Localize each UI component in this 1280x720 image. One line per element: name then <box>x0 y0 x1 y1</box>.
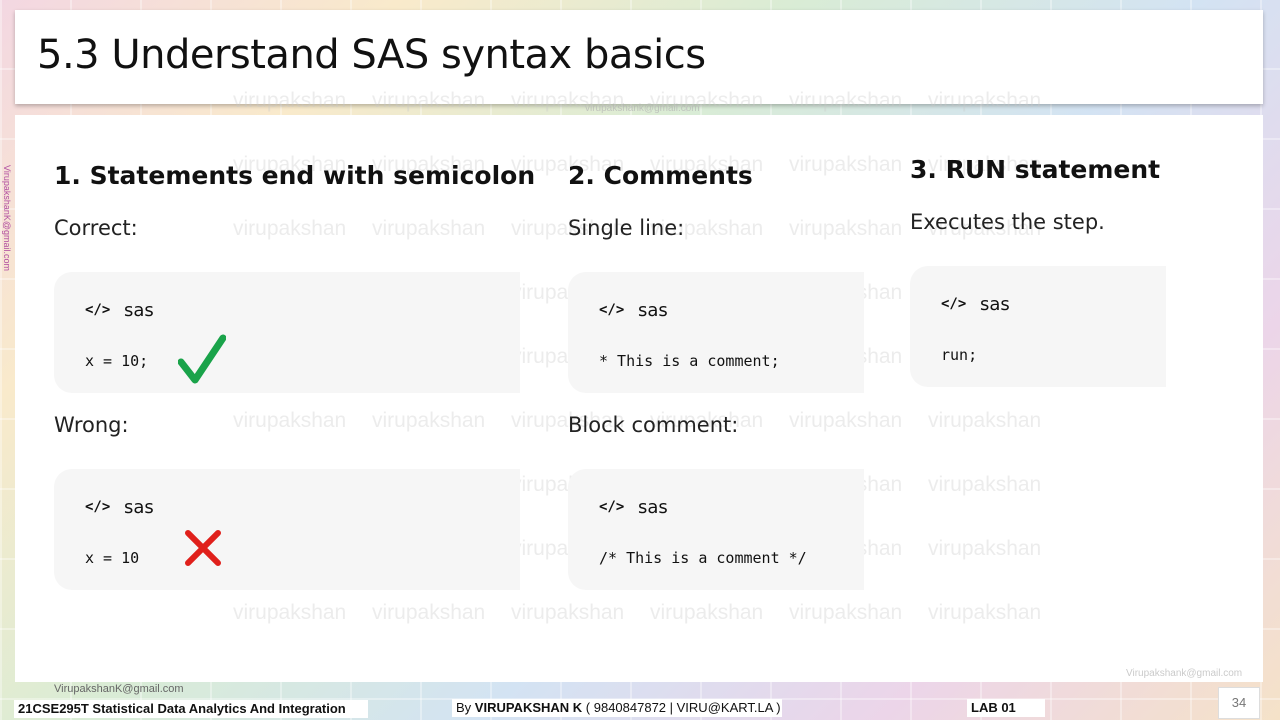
code-icon: </> <box>85 302 111 318</box>
code-icon: </> <box>941 296 967 312</box>
code-language: sas <box>638 300 668 321</box>
heading-comments: 2. Comments <box>568 161 753 190</box>
content-panel: 1. Statements end with semicolon Correct… <box>15 115 1263 682</box>
label-wrong: Wrong: <box>54 413 129 437</box>
code-block-correct: </> sas x = 10; <box>54 272 520 393</box>
code-text: /* This is a comment */ <box>599 549 807 567</box>
footer-author-name: VIRUPAKSHAN K <box>474 700 583 715</box>
code-text: run; <box>941 346 978 364</box>
footer-lab: LAB 01 <box>967 699 1045 717</box>
slide-title: 5.3 Understand SAS syntax basics <box>37 32 706 78</box>
heading-semicolon: 1. Statements end with semicolon <box>54 161 536 190</box>
label-correct: Correct: <box>54 216 138 240</box>
code-icon: </> <box>599 499 625 515</box>
code-language: sas <box>638 497 668 518</box>
watermark-email-vertical: VirupakshanK@gmail.com <box>2 165 12 272</box>
code-block-block-comment: </> sas /* This is a comment */ <box>568 469 864 590</box>
code-block-single-line: </> sas * This is a comment; <box>568 272 864 393</box>
code-language: sas <box>980 294 1010 315</box>
code-text: x = 10 <box>85 549 140 567</box>
footer-contact: ( 9840847872 | VIRU@KART.LA ) <box>582 700 781 715</box>
footer-email: VirupakshanK@gmail.com <box>54 683 184 695</box>
page-number: 34 <box>1218 687 1260 719</box>
heading-run: 3. RUN statement <box>910 155 1161 184</box>
label-block-comment: Block comment: <box>568 413 739 437</box>
code-block-wrong: </> sas x = 10 <box>54 469 520 590</box>
code-icon: </> <box>85 499 111 515</box>
code-icon: </> <box>599 302 625 318</box>
title-bar: 5.3 Understand SAS syntax basics <box>15 10 1263 104</box>
label-single-line: Single line: <box>568 216 685 240</box>
code-language: sas <box>124 300 154 321</box>
code-block-run: </> sas run; <box>910 266 1166 387</box>
cross-icon <box>185 530 221 566</box>
watermark-email-top: virupakshank@gmail.com <box>585 103 700 114</box>
check-icon <box>178 334 226 384</box>
code-text: x = 10; <box>85 352 149 370</box>
label-executes: Executes the step. <box>910 210 1105 234</box>
footer-course: 21CSE295T Statistical Data Analytics And… <box>14 700 368 718</box>
footer-author: By VIRUPAKSHAN K ( 9840847872 | VIRU@KAR… <box>452 699 782 717</box>
code-text: * This is a comment; <box>599 352 780 370</box>
code-language: sas <box>124 497 154 518</box>
footer-by: By <box>456 700 475 715</box>
